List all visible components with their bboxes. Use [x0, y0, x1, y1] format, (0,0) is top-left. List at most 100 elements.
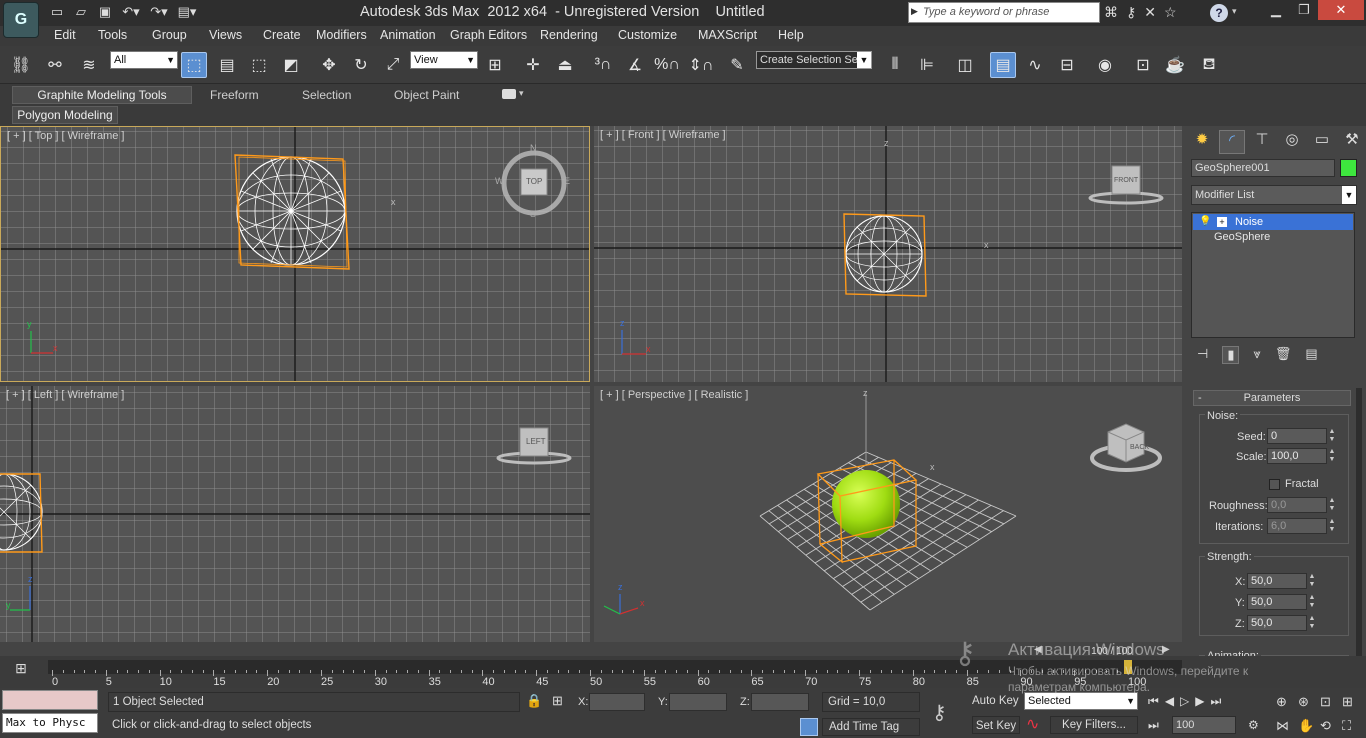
- bind-spacewarp-icon[interactable]: ≋: [76, 52, 102, 78]
- maxscript-mini-listener[interactable]: Max to Physc: [2, 713, 98, 733]
- roughness-arrows-icon[interactable]: ▲ ▼: [1327, 497, 1337, 513]
- prev-frame-icon[interactable]: ◀: [1165, 694, 1174, 709]
- seed-spinner[interactable]: 0: [1267, 428, 1327, 444]
- mirror-icon[interactable]: ⫴: [882, 52, 908, 78]
- add-time-tag-button[interactable]: Add Time Tag: [822, 718, 920, 736]
- modifier-list-dropdown[interactable]: Modifier List ▼: [1191, 185, 1357, 205]
- pivot-center-icon[interactable]: ⊞: [482, 52, 508, 78]
- viewport-label-perspective[interactable]: [ + ] [ Perspective ] [ Realistic ]: [600, 389, 748, 401]
- scale-arrows-icon[interactable]: ▲ ▼: [1327, 448, 1337, 464]
- menu-rendering[interactable]: Rendering: [540, 28, 598, 42]
- selection-filter-dropdown[interactable]: All ▼: [110, 51, 178, 69]
- align-icon[interactable]: ⊫: [914, 52, 940, 78]
- menu-customize[interactable]: Customize: [618, 28, 677, 42]
- goto-end-icon[interactable]: ⏭: [1211, 694, 1222, 709]
- create-icon[interactable]: ✹: [1189, 130, 1215, 154]
- spinner-snap-icon[interactable]: ⇕∩: [688, 52, 714, 78]
- zoom-extents-all-icon[interactable]: ⊞: [1342, 694, 1364, 710]
- key-filters-button[interactable]: Key Filters...: [1050, 716, 1138, 734]
- render-production-icon[interactable]: ⛾: [1196, 52, 1222, 78]
- lightbulb-icon[interactable]: 💡: [1199, 214, 1211, 230]
- curve-editor-icon[interactable]: ∿: [1022, 52, 1048, 78]
- rollout-scrollbar[interactable]: [1356, 388, 1362, 656]
- schematic-view-icon[interactable]: ⊟: [1054, 52, 1080, 78]
- search-box[interactable]: ▶ Type a keyword or phrase: [908, 2, 1100, 23]
- viewport-perspective[interactable]: BACK x z z x [ + ] [ Perspective ] [ Rea…: [594, 386, 1182, 642]
- mini-curve-editor-icon[interactable]: ⊞: [8, 660, 34, 682]
- tab-object-paint[interactable]: Object Paint: [394, 88, 459, 102]
- ref-coord-dropdown[interactable]: View ▼: [410, 51, 478, 69]
- remove-modifier-icon[interactable]: 🗑: [1275, 346, 1292, 364]
- modify-icon[interactable]: ◜: [1219, 130, 1245, 154]
- render-setup-icon[interactable]: ⊡: [1130, 52, 1156, 78]
- select-manipulate-icon[interactable]: ✛: [520, 52, 546, 78]
- key-icon[interactable]: ⚷: [1126, 4, 1136, 21]
- viewport-label-top[interactable]: [ + ] [ Top ] [ Wireframe ]: [7, 130, 124, 142]
- viewport-left[interactable]: LEFT y z [ + ] [ Left ] [ Wireframe ]: [0, 386, 590, 642]
- redo-icon[interactable]: ↷▾: [148, 4, 170, 22]
- select-object-icon[interactable]: ⬚: [181, 52, 207, 78]
- utilities-icon[interactable]: ⚒: [1339, 130, 1365, 154]
- show-end-result-icon[interactable]: ▮: [1222, 346, 1240, 364]
- viewport-top[interactable]: TOP N W E S x y x [ + ] [ Top ] [ Wirefr…: [0, 126, 590, 382]
- coord-x-field[interactable]: [589, 693, 645, 711]
- scale-icon[interactable]: ⤢: [380, 52, 406, 78]
- viewport-front[interactable]: FRONT x z z x [ + ] [ Front ] [ Wirefram…: [594, 126, 1182, 382]
- menu-create[interactable]: Create: [263, 28, 301, 42]
- fractal-checkbox[interactable]: [1269, 479, 1280, 490]
- star-icon[interactable]: ☆: [1164, 4, 1177, 21]
- coord-z-field[interactable]: [751, 693, 809, 711]
- zoom-extents-icon[interactable]: ⊡: [1320, 694, 1342, 710]
- key-mode-toggle-icon[interactable]: ⏭: [1148, 718, 1159, 733]
- menu-edit[interactable]: Edit: [54, 28, 76, 42]
- menu-views[interactable]: Views: [209, 28, 242, 42]
- tab-selection[interactable]: Selection: [302, 88, 351, 102]
- layer-manager-icon[interactable]: ◫: [952, 52, 978, 78]
- play-icon[interactable]: ▷: [1180, 694, 1189, 709]
- roughness-spinner[interactable]: 0,0: [1267, 497, 1327, 513]
- tab-graphite-modeling-tools[interactable]: Graphite Modeling Tools: [12, 86, 192, 104]
- material-editor-icon[interactable]: ◉: [1092, 52, 1118, 78]
- open-icon[interactable]: ▱: [72, 4, 90, 22]
- orbit-icon[interactable]: ⟲: [1320, 718, 1342, 734]
- motion-icon[interactable]: ◎: [1279, 130, 1305, 154]
- menu-maxscript[interactable]: MAXScript: [698, 28, 757, 42]
- pan-icon[interactable]: ✋: [1298, 718, 1320, 734]
- scale-spinner[interactable]: 100,0: [1267, 448, 1327, 464]
- polygon-modeling-panel[interactable]: Polygon Modeling: [12, 106, 118, 124]
- keyboard-shortcut-icon[interactable]: ⏏: [552, 52, 578, 78]
- viewport-label-left[interactable]: [ + ] [ Left ] [ Wireframe ]: [6, 389, 124, 401]
- next-frame-icon[interactable]: ▶: [1195, 694, 1204, 709]
- iterations-spinner[interactable]: 6,0: [1267, 518, 1327, 534]
- parameters-rollout-header[interactable]: - Parameters: [1193, 390, 1351, 406]
- set-key-button[interactable]: Set Key: [972, 716, 1020, 734]
- absolute-mode-icon[interactable]: ⊞: [552, 693, 563, 709]
- project-icon[interactable]: ▤▾: [176, 4, 198, 22]
- make-unique-icon[interactable]: ⩔: [1253, 346, 1260, 364]
- menu-modifiers[interactable]: Modifiers: [316, 28, 367, 42]
- goto-start-icon[interactable]: ⏮: [1148, 694, 1159, 709]
- menu-graph-editors[interactable]: Graph Editors: [450, 28, 527, 42]
- menu-tools[interactable]: Tools: [98, 28, 127, 42]
- stack-item-geosphere[interactable]: GeoSphere: [1214, 231, 1270, 243]
- restore-icon[interactable]: ❐: [1290, 2, 1318, 20]
- strength-z-spinner[interactable]: 50,0: [1247, 615, 1307, 631]
- unlink-icon[interactable]: ⚯: [42, 52, 68, 78]
- close-icon[interactable]: ✕: [1318, 0, 1364, 20]
- named-selection-dropdown[interactable]: Create Selection Se ▼: [756, 51, 872, 69]
- maximize-viewport-icon[interactable]: ⛶: [1342, 718, 1364, 734]
- object-color-swatch[interactable]: [1340, 159, 1357, 177]
- menu-animation[interactable]: Animation: [380, 28, 436, 42]
- move-icon[interactable]: ✥: [316, 52, 342, 78]
- edit-named-selection-icon[interactable]: ✎: [724, 52, 750, 78]
- hierarchy-icon[interactable]: ⊤: [1249, 130, 1275, 154]
- display-icon[interactable]: ▭: [1309, 130, 1335, 154]
- exchange-icon[interactable]: ✕: [1144, 4, 1156, 21]
- fov-icon[interactable]: ⋈: [1276, 718, 1298, 734]
- rendered-frame-icon[interactable]: ☕: [1162, 52, 1188, 78]
- viewport-label-front[interactable]: [ + ] [ Front ] [ Wireframe ]: [600, 129, 726, 141]
- minimize-icon[interactable]: ▁: [1262, 2, 1290, 20]
- seed-arrows-icon[interactable]: ▲ ▼: [1327, 428, 1337, 444]
- strength-y-arrows-icon[interactable]: ▲ ▼: [1307, 594, 1317, 610]
- link-icon[interactable]: ⛓: [8, 52, 34, 78]
